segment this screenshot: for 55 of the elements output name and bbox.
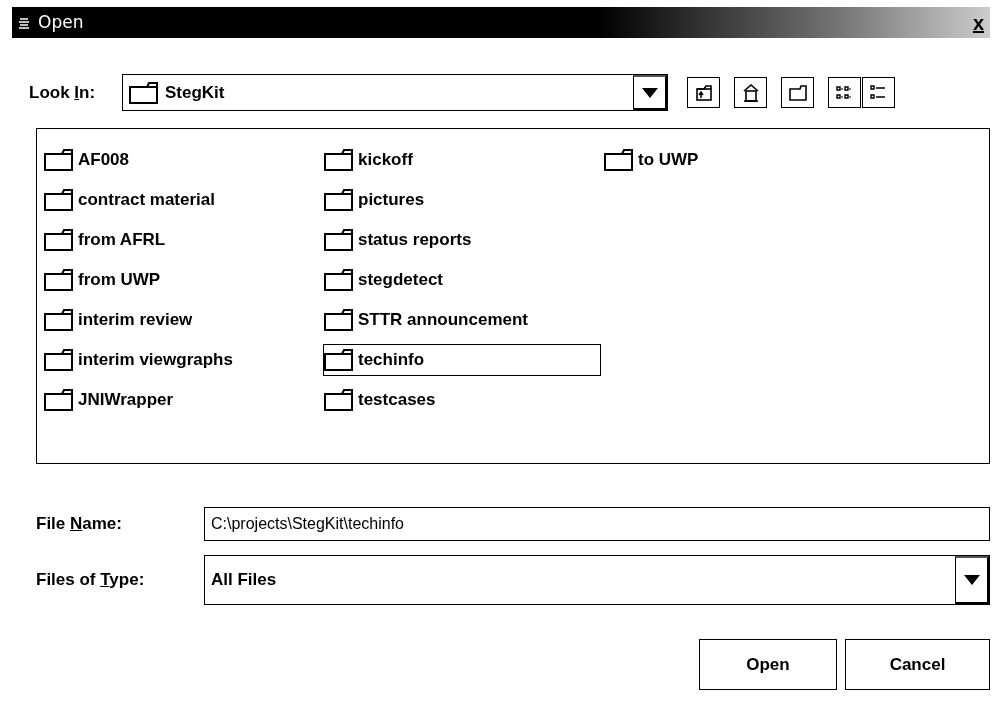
details-view-button[interactable]: [862, 77, 895, 108]
folder-icon: [324, 149, 354, 171]
folder-item[interactable]: stegdetect: [323, 264, 445, 296]
folder-item[interactable]: STTR announcement: [323, 304, 529, 336]
folder-icon: [44, 229, 74, 251]
list-view-button[interactable]: [828, 77, 861, 108]
folder-item[interactable]: interim viewgraphs: [43, 344, 234, 376]
file-name-field[interactable]: C:\projects\StegKit\techinfo: [204, 507, 990, 541]
dropdown-arrow-button[interactable]: [633, 75, 667, 110]
dropdown-value: StegKit: [165, 81, 225, 104]
cancel-button[interactable]: Cancel: [845, 639, 990, 690]
folder-item[interactable]: JNIWrapper: [43, 384, 175, 416]
folder-item[interactable]: pictures: [323, 184, 426, 216]
caret-icon: [963, 575, 980, 585]
folder-item[interactable]: from UWP: [43, 264, 162, 296]
look-in-label: Look In:: [29, 81, 97, 104]
folder-icon: [44, 309, 74, 331]
folder-icon: [44, 189, 74, 211]
folder-icon: [44, 389, 74, 411]
new-folder-button[interactable]: [781, 77, 814, 108]
folder-icon: [129, 81, 159, 104]
folder-icon: [324, 349, 354, 371]
folder-item[interactable]: AF008: [43, 144, 131, 176]
folder-item[interactable]: kickoff: [323, 144, 414, 176]
folder-icon: [44, 269, 74, 291]
folder-icon: [787, 82, 808, 103]
open-button[interactable]: Open: [699, 639, 837, 690]
look-in-dropdown[interactable]: StegKit: [122, 74, 668, 111]
folder-item[interactable]: from AFRL: [43, 224, 167, 256]
home-button[interactable]: [734, 77, 767, 108]
folder-up-icon: [693, 82, 714, 103]
menu-icon[interactable]: [18, 16, 30, 29]
folder-item[interactable]: contract material: [43, 184, 216, 216]
folder-icon: [324, 389, 354, 411]
files-of-type-label: Files of Type:: [36, 569, 146, 592]
window-title: Open: [38, 10, 84, 34]
folder-icon: [324, 269, 354, 291]
folder-icon: [44, 149, 74, 171]
file-name-label: File Name:: [36, 513, 123, 536]
folder-item[interactable]: techinfo: [323, 344, 601, 376]
dropdown-arrow-button[interactable]: [955, 556, 989, 604]
folder-item[interactable]: interim review: [43, 304, 194, 336]
folder-item[interactable]: testcases: [323, 384, 437, 416]
caret-icon: [641, 87, 658, 98]
folder-icon: [604, 149, 634, 171]
folder-item[interactable]: status reports: [323, 224, 473, 256]
folder-icon: [324, 309, 354, 331]
file-type-dropdown[interactable]: All Files: [204, 555, 990, 605]
close-button[interactable]: x: [972, 12, 984, 33]
folder-icon: [324, 229, 354, 251]
dropdown-value: All Files: [211, 569, 277, 592]
folder-item[interactable]: to UWP: [603, 144, 700, 176]
folder-icon: [324, 189, 354, 211]
up-folder-button[interactable]: [687, 77, 720, 108]
folder-icon: [44, 349, 74, 371]
